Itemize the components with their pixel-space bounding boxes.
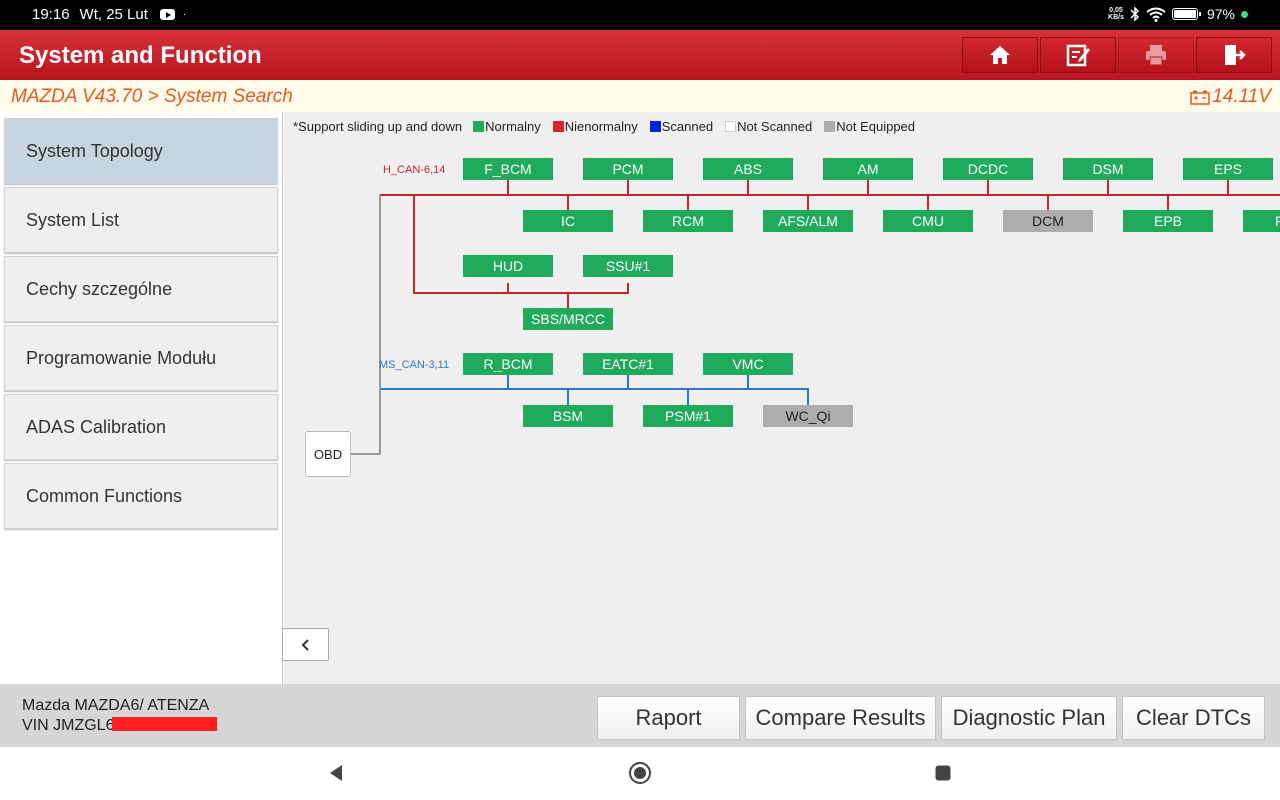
breadcrumb: MAZDA V43.70 > System Search [11, 86, 293, 107]
sidebar: System Topology System List Cechy szczeg… [0, 112, 283, 684]
sidebar-item-special-features[interactable]: Cechy szczególne [4, 256, 278, 322]
car-battery-icon [1190, 90, 1210, 105]
vehicle-info: Mazda MAZDA6/ ATENZA VIN JMZGL6 [22, 696, 218, 736]
ms-can-bus-label: MS_CAN-3,11 [379, 359, 450, 371]
battery-level: 97% [1206, 6, 1235, 22]
module-epb[interactable]: EPB [1123, 210, 1213, 232]
module-dsm[interactable]: DSM [1063, 158, 1153, 180]
module-dcdc[interactable]: DCDC [943, 158, 1033, 180]
edit-button[interactable] [1040, 37, 1116, 73]
module-bsm[interactable]: BSM [523, 405, 613, 427]
recents-button[interactable] [931, 761, 955, 785]
h-can-bus-label: H_CAN-6,14 [383, 164, 446, 176]
module-am[interactable]: AM [823, 158, 913, 180]
module-dcm[interactable]: DCM [1003, 210, 1093, 232]
sidebar-item-common-functions[interactable]: Common Functions [4, 463, 278, 529]
status-time: 19:16 [32, 6, 70, 23]
sidebar-item-system-topology[interactable]: System Topology [4, 118, 278, 184]
privacy-indicator-icon [1241, 10, 1248, 18]
sidebar-item-module-programming[interactable]: Programowanie Modułu [4, 325, 278, 391]
print-icon [1146, 45, 1166, 66]
module-abs[interactable]: ABS [703, 158, 793, 180]
vehicle-model: Mazda MAZDA6/ ATENZA [22, 697, 210, 714]
module-wc-qi[interactable]: WC_Qi [763, 405, 853, 427]
network-speed: 0,05 KB/s [1108, 7, 1124, 21]
report-button[interactable]: Raport [597, 696, 740, 740]
module-afs-alm[interactable]: AFS/ALM [763, 210, 853, 232]
module-sbs-mrcc[interactable]: SBS/MRCC [523, 308, 613, 330]
app-header: System and Function [0, 30, 1280, 80]
print-button[interactable] [1118, 37, 1194, 73]
sidebar-item-system-list[interactable]: System List [4, 187, 278, 253]
youtube-icon [159, 9, 175, 20]
module-hud[interactable]: HUD [463, 255, 553, 277]
bluetooth-icon [1130, 6, 1140, 22]
collapse-sidebar-button[interactable] [282, 628, 329, 661]
topology-view[interactable]: *Support sliding up and down Normalny Ni… [284, 112, 1280, 684]
module-eatc1[interactable]: EATC#1 [583, 353, 673, 375]
module-vmc[interactable]: VMC [703, 353, 793, 375]
recents-icon [935, 765, 951, 781]
edit-icon [1066, 44, 1090, 67]
module-partial[interactable]: F [1243, 210, 1280, 232]
module-r-bcm[interactable]: R_BCM [463, 353, 553, 375]
obd-connector[interactable]: OBD [305, 431, 351, 477]
topology-wiring [351, 180, 1280, 455]
diagnostic-plan-button[interactable]: Diagnostic Plan [941, 696, 1117, 740]
battery-icon [1171, 8, 1201, 20]
sidebar-item-adas-calibration[interactable]: ADAS Calibration [4, 394, 278, 460]
module-f-bcm[interactable]: F_BCM [463, 158, 553, 180]
home-circle-icon [629, 762, 651, 784]
android-nav-bar [0, 747, 1280, 800]
status-date: Wt, 25 Lut [79, 6, 148, 23]
exit-icon [1225, 45, 1246, 65]
module-ic[interactable]: IC [523, 210, 613, 232]
module-ssu1[interactable]: SSU#1 [583, 255, 673, 277]
battery-voltage: 14.11V [1190, 86, 1271, 108]
footer-bar: Mazda MAZDA6/ ATENZA VIN JMZGL6 Raport C… [0, 684, 1280, 747]
home-nav-button[interactable] [628, 761, 652, 785]
home-button[interactable] [962, 37, 1038, 73]
status-bar: 19:16 Wt, 25 Lut · 0,05 KB/s 97% [0, 0, 1280, 30]
vin-redaction [112, 717, 218, 731]
breadcrumb-bar: MAZDA V43.70 > System Search 14.11V [0, 80, 1280, 112]
exit-button[interactable] [1196, 37, 1272, 73]
wifi-icon [1146, 7, 1166, 22]
module-eps[interactable]: EPS [1183, 158, 1273, 180]
module-psm1[interactable]: PSM#1 [643, 405, 733, 427]
back-button[interactable] [324, 761, 348, 785]
clear-dtcs-button[interactable]: Clear DTCs [1122, 696, 1265, 740]
vehicle-vin: VIN JMZGL6 [22, 717, 115, 734]
module-rcm[interactable]: RCM [643, 210, 733, 232]
page-title: System and Function [19, 42, 262, 69]
back-icon [330, 765, 342, 781]
more-notifications-icon: · [182, 9, 187, 20]
chevron-left-icon [301, 638, 309, 651]
home-icon [990, 46, 1010, 64]
module-cmu[interactable]: CMU [883, 210, 973, 232]
compare-results-button[interactable]: Compare Results [745, 696, 936, 740]
module-pcm[interactable]: PCM [583, 158, 673, 180]
